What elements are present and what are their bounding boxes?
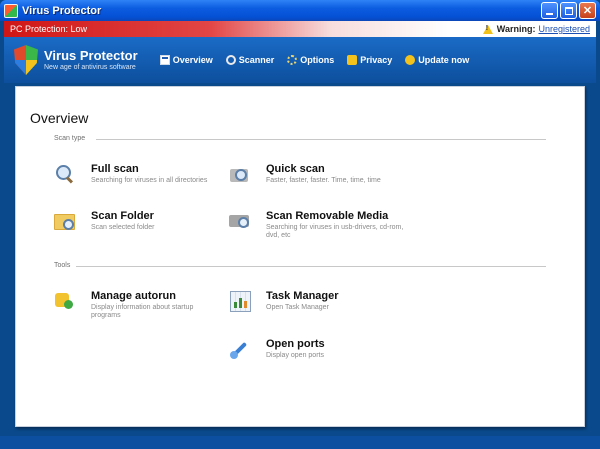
tile-title: Quick scan xyxy=(266,163,325,175)
tile-description: Scan selected folder xyxy=(91,224,155,231)
brand: Virus Protector New age of antivirus sof… xyxy=(44,47,138,72)
warning-label: Warning: xyxy=(496,24,536,34)
nav-options-label: Options xyxy=(300,55,335,65)
shield-logo-icon xyxy=(14,45,38,75)
tile-description: Searching for viruses in all directories xyxy=(91,177,208,184)
close-button[interactable]: ✕ xyxy=(579,2,596,19)
tile-scan-removable-media[interactable]: Scan Removable Media Searching for virus… xyxy=(229,210,409,240)
scanner-icon xyxy=(225,55,236,65)
tile-title: Scan Folder xyxy=(91,210,154,222)
close-icon: ✕ xyxy=(582,5,593,17)
protection-level: PC Protection: Low xyxy=(10,24,88,34)
tile-description: Open Task Manager xyxy=(266,304,329,311)
tile-title: Manage autorun xyxy=(91,290,176,302)
brand-tagline: New age of antivirus software xyxy=(44,63,136,71)
quick-scan-icon xyxy=(229,163,251,185)
ports-icon xyxy=(229,338,251,360)
section-divider xyxy=(96,139,546,140)
overview-panel: Overview Scan type Full scan Searching f… xyxy=(15,86,585,427)
page-title: Overview xyxy=(30,110,89,126)
puzzle-icon xyxy=(54,290,76,312)
nav-overview-label: Overview xyxy=(172,55,213,65)
minimize-icon xyxy=(546,12,553,15)
overview-icon xyxy=(159,55,170,65)
main-nav: Overview Scanner Options Privacy Update … xyxy=(159,55,469,65)
nav-privacy-label: Privacy xyxy=(360,55,393,65)
nav-update-now[interactable]: Update now xyxy=(405,55,469,65)
tile-description: Faster, faster, faster. Time, time, time xyxy=(266,177,381,184)
lock-icon xyxy=(347,55,358,65)
update-icon xyxy=(405,55,416,65)
options-icon xyxy=(287,55,298,65)
app-header: Virus Protector New age of antivirus sof… xyxy=(4,37,596,83)
window-controls: ✕ xyxy=(541,2,596,19)
tile-description: Searching for viruses in usb-drivers, cd… xyxy=(266,224,404,239)
tile-title: Task Manager xyxy=(266,290,339,302)
nav-privacy[interactable]: Privacy xyxy=(347,55,392,65)
window-title: Virus Protector xyxy=(22,4,102,17)
tile-full-scan[interactable]: Full scan Searching for viruses in all d… xyxy=(54,163,207,185)
section-label-tools: Tools xyxy=(54,262,71,269)
tile-manage-autorun[interactable]: Manage autorun Display information about… xyxy=(54,290,216,320)
tile-description: Display open ports xyxy=(266,352,324,359)
tile-title: Full scan xyxy=(91,163,139,175)
tile-quick-scan[interactable]: Quick scan Faster, faster, faster. Time,… xyxy=(229,163,381,185)
unregistered-link[interactable]: Unregistered xyxy=(538,24,590,34)
maximize-icon xyxy=(564,6,573,15)
window-bottom-frame xyxy=(0,436,600,449)
nav-scanner-label: Scanner xyxy=(238,55,275,65)
magnifier-icon xyxy=(54,163,76,185)
nav-update-label: Update now xyxy=(418,55,470,65)
app-icon xyxy=(4,3,18,18)
window-titlebar[interactable]: Virus Protector ✕ xyxy=(0,0,600,21)
nav-scanner[interactable]: Scanner xyxy=(225,55,275,65)
maximize-button[interactable] xyxy=(560,2,577,19)
nav-options[interactable]: Options xyxy=(287,55,334,65)
protection-status-bar: PC Protection: Low Warning: Unregistered xyxy=(4,21,596,37)
section-divider xyxy=(76,266,546,267)
nav-overview[interactable]: Overview xyxy=(159,55,213,65)
tile-open-ports[interactable]: Open ports Display open ports xyxy=(229,338,325,360)
tile-title: Scan Removable Media xyxy=(266,210,389,222)
removable-media-icon xyxy=(229,210,251,232)
brand-name: Virus Protector xyxy=(44,47,138,63)
task-manager-icon xyxy=(229,290,251,312)
tile-title: Open ports xyxy=(266,338,325,350)
section-label-scan-type: Scan type xyxy=(54,135,86,142)
warning-icon xyxy=(482,24,493,34)
tile-task-manager[interactable]: Task Manager Open Task Manager xyxy=(229,290,339,312)
tile-scan-folder[interactable]: Scan Folder Scan selected folder xyxy=(54,210,154,232)
minimize-button[interactable] xyxy=(541,2,558,19)
folder-scan-icon xyxy=(54,210,76,232)
registration-warning: Warning: Unregistered xyxy=(482,24,590,34)
tile-description: Display information about startup progra… xyxy=(91,304,194,319)
